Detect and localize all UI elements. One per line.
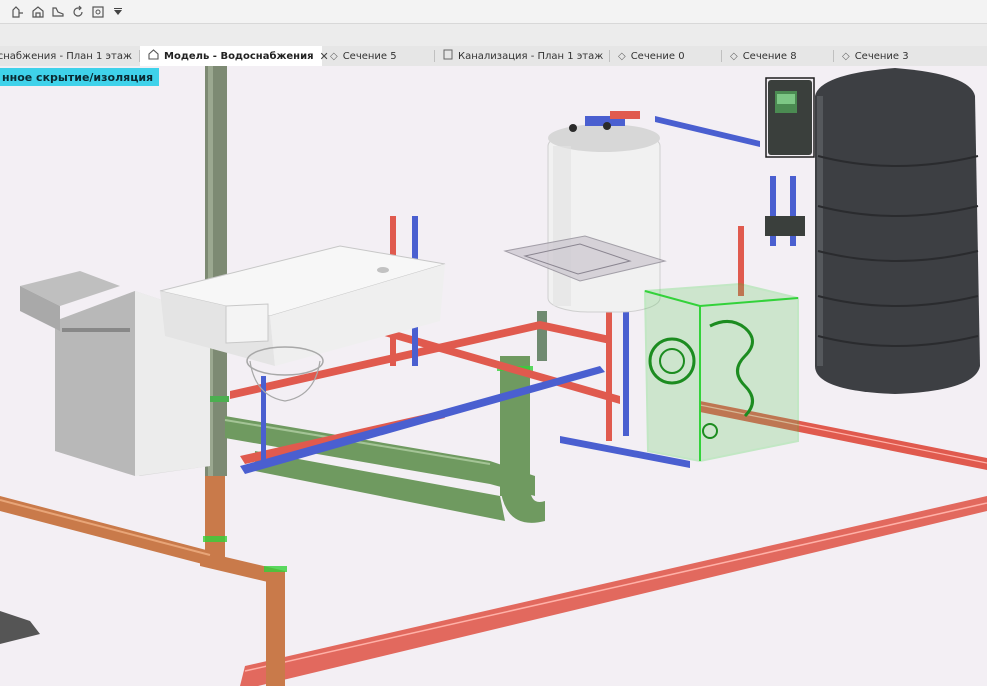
window-icon[interactable] — [90, 4, 106, 20]
view-tabs: оснабжения - План 1 этаж Модель - Водосн… — [0, 46, 987, 68]
tab-water-model[interactable]: Модель - Водоснабжения ✕ — [140, 46, 329, 66]
tab-section-8[interactable]: ◇ Сечение 8 — [722, 46, 834, 66]
view-mode-label: нное скрытие/изоляция — [2, 70, 154, 84]
water-tank[interactable] — [815, 68, 980, 394]
quick-access-toolbar — [0, 0, 987, 24]
tab-section-5[interactable]: ◇ Сечение 5 — [322, 46, 435, 66]
plan-icon — [443, 49, 453, 63]
tab-water-plan[interactable]: оснабжения - План 1 этаж — [0, 46, 140, 66]
water-heater[interactable] — [547, 111, 661, 313]
tab-label: Сечение 8 — [742, 50, 797, 62]
shoe-icon[interactable] — [50, 4, 66, 20]
temporary-hide-isolate-label: нное скрытие/изоляция — [0, 68, 160, 86]
building-icon[interactable] — [30, 4, 46, 20]
dropdown-arrow-icon[interactable] — [110, 4, 126, 20]
tab-section-3[interactable]: ◇ Сечение 3 — [834, 46, 987, 66]
model-viewport[interactable] — [0, 66, 987, 686]
fence-icon[interactable] — [10, 4, 26, 20]
ribbon-gap — [0, 24, 987, 46]
section-icon: ◇ — [730, 50, 738, 62]
tab-section-0[interactable]: ◇ Сечение 0 — [610, 46, 722, 66]
section-icon: ◇ — [330, 50, 338, 62]
tab-label: Сечение 0 — [630, 50, 685, 62]
tab-label: Сечение 3 — [854, 50, 909, 62]
refresh-icon[interactable] — [70, 4, 86, 20]
tab-label: оснабжения - План 1 этаж — [0, 50, 132, 62]
tab-sewer-plan[interactable]: Канализация - План 1 этаж — [435, 46, 610, 66]
tab-label: Канализация - План 1 этаж — [458, 50, 604, 62]
section-icon: ◇ — [618, 50, 626, 62]
tab-label: Сечение 5 — [342, 50, 397, 62]
section-icon: ◇ — [842, 50, 850, 62]
tab-label: Модель - Водоснабжения — [164, 50, 314, 62]
washing-machine[interactable] — [643, 282, 799, 463]
home-icon — [148, 49, 159, 63]
